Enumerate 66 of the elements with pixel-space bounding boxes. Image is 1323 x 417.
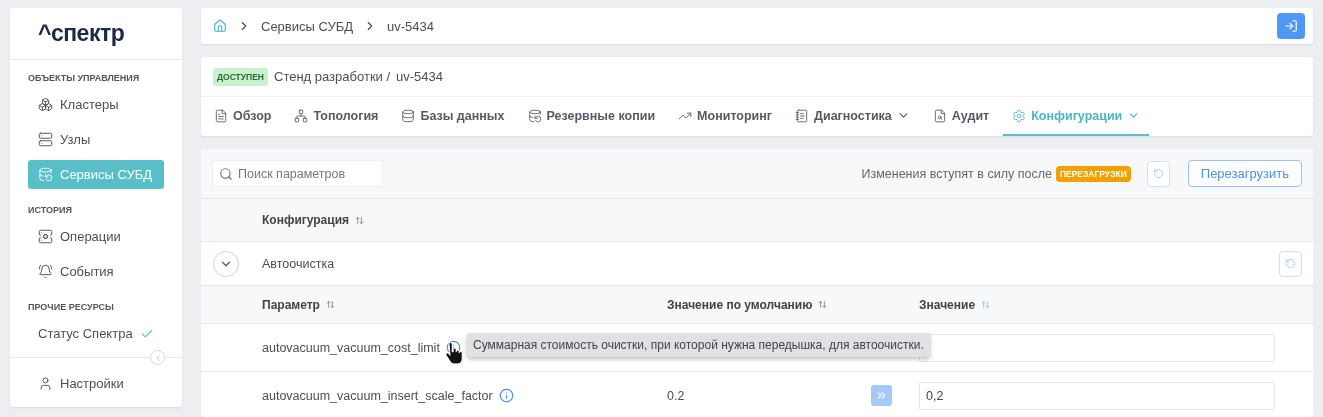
info-icon[interactable]: [445, 340, 461, 355]
nav-icon: [38, 167, 53, 182]
tab[interactable]: Обзор: [205, 97, 281, 136]
value-field[interactable]: 0,2: [919, 381, 1275, 410]
column-header: Конфигурация: [262, 213, 350, 227]
tab-icon: [527, 108, 542, 123]
section-title: ОБЪЕКТЫ УПРАВЛЕНИЯ: [27, 72, 141, 85]
nav-icon: [38, 97, 53, 112]
expand-button[interactable]: [213, 250, 239, 277]
service-name: uv-5434: [396, 69, 444, 84]
nav-item[interactable]: Настройки: [28, 369, 164, 398]
section-title: ПРОЧИЕ РЕСУРСЫ: [27, 301, 115, 314]
tooltip: Суммарная стоимость очистки, при которой нужна передышка, для автоочистки.: [467, 333, 930, 357]
reset-button[interactable]: [1146, 160, 1170, 187]
exit-button[interactable]: [1277, 13, 1305, 39]
home-icon[interactable]: [213, 19, 227, 33]
nav-icon: [38, 229, 53, 244]
nav-item[interactable]: Узлы: [28, 125, 164, 154]
tab-icon: [214, 108, 228, 123]
column-header: Значение: [919, 297, 976, 312]
tab[interactable]: Аудит: [923, 97, 999, 136]
tab-icon: [1012, 108, 1027, 123]
nav-item[interactable]: Статус Спектра: [28, 319, 164, 348]
breadcrumb[interactable]: uv-5434: [387, 18, 434, 34]
sort-icon[interactable]: [355, 215, 365, 225]
nav-item[interactable]: Операции: [28, 222, 164, 251]
search-field[interactable]: Поиск параметров: [212, 160, 383, 187]
reboot-badge: ПЕРЕЗАГРУЗКИ: [1055, 165, 1131, 182]
column-header: Параметр: [262, 297, 320, 312]
nav-icon: [38, 132, 53, 147]
column-header: Значение по умолчанию: [667, 297, 813, 312]
tab[interactable]: Базы данных: [392, 97, 514, 136]
undo-icon: [1285, 258, 1296, 269]
parameter-name: autovacuum_vacuum_cost_limit: [262, 340, 440, 355]
section-title: ИСТОРИЯ: [27, 204, 73, 217]
logo: ^спектр: [10, 8, 182, 60]
reset-button[interactable]: [1279, 250, 1302, 277]
search-icon: [219, 166, 233, 181]
default-value: 0.2: [667, 388, 685, 403]
nav-item[interactable]: События: [28, 257, 164, 286]
nav-item[interactable]: Кластеры: [28, 90, 164, 119]
tab[interactable]: Топология: [285, 97, 388, 136]
tab-icon: [932, 108, 947, 123]
group-label: Автоочистка: [262, 256, 335, 271]
notice-text: Изменения вступят в силу после: [861, 166, 1052, 181]
parameter-name: autovacuum_vacuum_insert_scale_factor: [262, 388, 493, 403]
tab[interactable]: Резервные копии: [518, 97, 665, 136]
tab[interactable]: Диагностика: [786, 97, 919, 136]
tab-icon: [795, 108, 810, 123]
tab-icon: [294, 108, 309, 123]
tab[interactable]: Мониторинг: [669, 97, 782, 136]
tab-icon: [401, 108, 416, 123]
hand-cursor-icon: [444, 342, 464, 366]
apply-default-button[interactable]: [871, 385, 892, 406]
double-chevron-icon: [875, 389, 888, 402]
status-badge: ДОСТУПЕН: [213, 67, 268, 86]
user-icon: [38, 376, 53, 391]
login-icon: [1284, 19, 1298, 33]
sort-icon[interactable]: [818, 300, 828, 309]
breadcrumb-path: Стенд разработки /: [274, 69, 391, 84]
sort-icon[interactable]: [981, 300, 991, 309]
breadcrumb[interactable]: Сервисы СУБД: [261, 18, 354, 34]
undo-icon: [1152, 168, 1164, 179]
sort-icon[interactable]: [325, 300, 335, 309]
nav-icon: [38, 264, 53, 279]
collapse-button[interactable]: [150, 350, 165, 365]
